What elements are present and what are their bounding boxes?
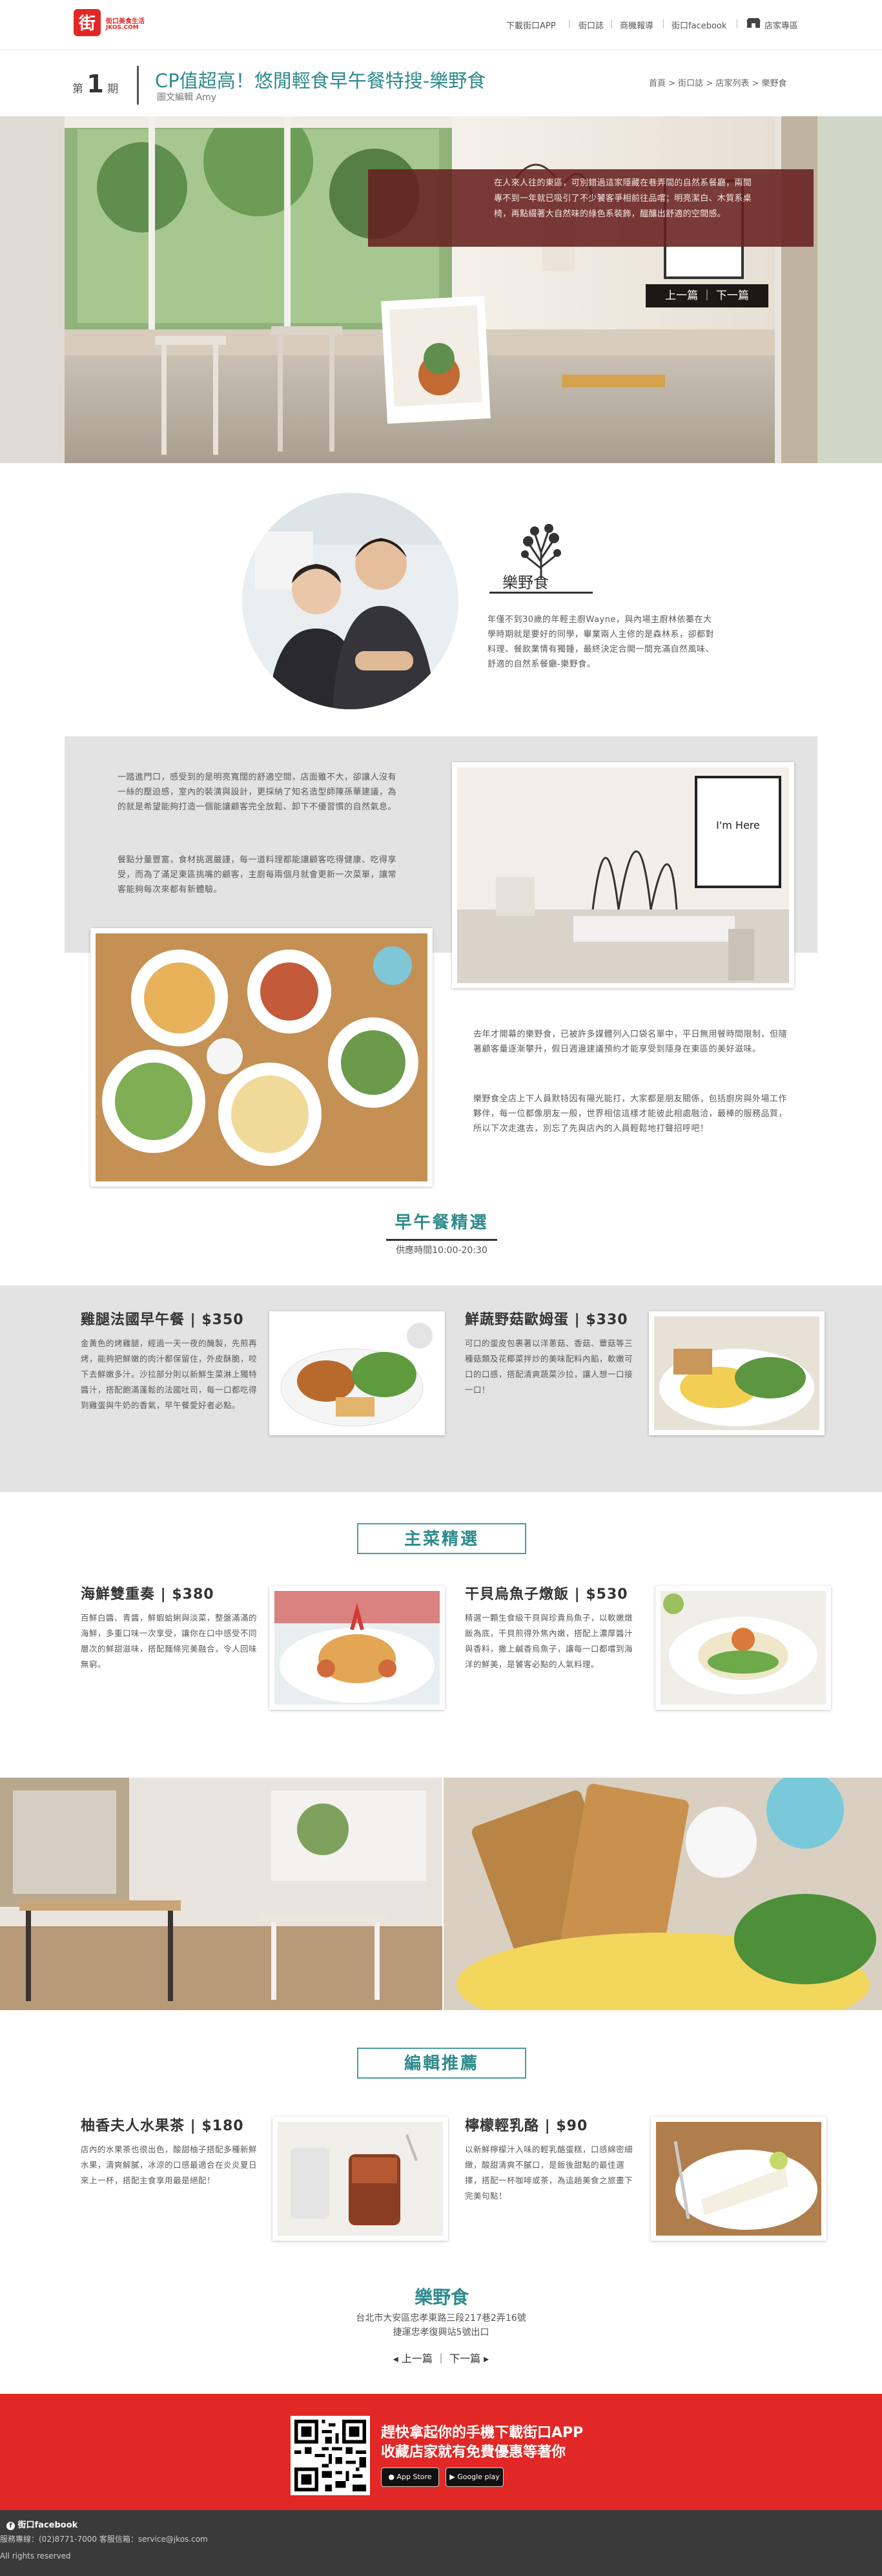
dish-desc-seafood: 百鮮白醬、青醬，鮮蝦蛤蜊與淡菜，整盤滿滿的海鮮，多重口味一次享受，讓你在口中感受… xyxy=(81,1613,258,1669)
issue-suffix: 期 xyxy=(107,83,119,96)
editor-heading: 編輯推薦 xyxy=(357,2048,526,2079)
store-transit: 捷運忠孝復興站5號出口 xyxy=(393,2327,489,2338)
svg-text:街: 街 xyxy=(78,14,96,34)
heading-underline xyxy=(386,1239,497,1241)
brunch-spread-photo xyxy=(90,928,433,1187)
nav-business-news[interactable]: 商機報導 xyxy=(620,19,653,31)
nav-merchant-zone[interactable]: 店家專區 xyxy=(764,19,798,31)
facebook-icon: f xyxy=(6,2522,15,2530)
store-icon xyxy=(746,17,761,28)
footer-rights: All rights reserved xyxy=(0,2551,71,2560)
dish-desc-cheesecake: 以新鮮檸檬汁入味的輕乳酪蛋糕，口感綿密細緻，酸甜清爽不膩口，是飯後甜點的最佳選擇… xyxy=(465,2145,633,2201)
app-store-label: App Store xyxy=(396,2473,432,2481)
app-promo-line-2: 收藏店家就有免費優惠等著你 xyxy=(381,2444,566,2460)
toast-eggs-photo xyxy=(444,1771,882,2036)
brand-logo: 樂野食 xyxy=(489,517,593,594)
google-play-button[interactable]: ▶ Google play xyxy=(446,2467,504,2487)
app-promo-line-1: 趕快拿起你的手機下載街口APP xyxy=(381,2425,584,2441)
page-title: CP值超高！悠閒輕食早午餐特搜-樂野食 xyxy=(155,70,486,92)
footer-facebook-link[interactable]: f 街口facebook xyxy=(6,2518,77,2530)
breadcrumb[interactable]: 首頁 > 街口誌 > 店家列表 > 樂野食 xyxy=(649,76,786,88)
intro-paragraph-3: 去年才開幕的樂野食，已被許多媒體列入口袋名單中，平日無用餐時間限制，但隨著顧客量… xyxy=(473,1030,788,1054)
issue-prefix: 第 xyxy=(72,83,83,96)
apple-icon: ● xyxy=(388,2473,395,2481)
site-header: 街 街口美食生活 JKOS.COM 下載街口APP 街口誌 商機報導 街口fac… xyxy=(0,0,882,50)
owner-description: 年僅不到30歲的年輕主廚Wayne，與內場主廚林依蓁在大學時期就是要好的同學，畢… xyxy=(487,615,715,669)
dish-desc-chicken: 金黃色的烤雞腿，經過一天一夜的醃製，先煎再烤，能夠把鮮嫩的肉汁都保留住，外皮酥脆… xyxy=(81,1338,258,1410)
omelette-photo xyxy=(649,1311,825,1435)
title-divider xyxy=(137,66,139,105)
article-prev-next[interactable]: ◂ 上一篇 ｜ 下一篇 ▸ xyxy=(376,2350,506,2365)
issue-number: 第 1 期 xyxy=(72,70,118,98)
dish-title-chicken: 雞腿法國早午餐 | $350 xyxy=(81,1312,244,1328)
seafood-pasta-photo xyxy=(269,1586,445,1710)
footer-facebook-label: 街口facebook xyxy=(17,2520,78,2530)
hero-description: 在人來人往的東區，可別錯過這家隱藏在巷弄間的自然系餐廳，兩間專不到一年就已吸引了… xyxy=(494,178,752,219)
store-name: 樂野食 xyxy=(414,2287,469,2308)
logo-text: 街口美食生活 xyxy=(106,18,145,25)
dish-desc-fruit-tea: 店內的水果茶也很出色，酸甜柚子搭配多種新鮮水果，清爽解膩，冰涼的口感最適合在炎炎… xyxy=(81,2145,258,2185)
footer-contact: 服務專線：(02)8771-7000 客服信箱：service@jkos.com xyxy=(0,2535,208,2544)
dish-title-omelette: 鮮蔬野菇歐姆蛋 | $330 xyxy=(465,1312,628,1328)
breakfast-heading: 早午餐精選 xyxy=(395,1213,489,1232)
owner-photo xyxy=(242,493,458,709)
intro-paragraph-1: 一踏進門口，感受到的是明亮寬闊的舒適空間，店面雖不大，卻讓人沒有一絲的壓迫感，室… xyxy=(118,773,397,812)
dish-desc-risotto: 精選一顆生食級干貝與珍貴烏魚子，以軟嫩燉飯為底，干貝煎得外焦內嫩，搭配上濃厚醬汁… xyxy=(465,1613,633,1669)
store-address: 台北市大安區忠孝東路三段217巷2弄16號 xyxy=(356,2313,526,2323)
dish-desc-omelette: 可口的蛋皮包裹著以洋蔥菇、香菇、蕈菇等三種菇類及花椰菜拌炒的美味配料內餡，軟嫩可… xyxy=(465,1338,633,1395)
cheesecake-photo xyxy=(651,2117,826,2241)
dish-title-seafood: 海鮮雙重奏 | $380 xyxy=(81,1586,214,1603)
nav-divider xyxy=(611,19,612,28)
google-play-label: Google play xyxy=(457,2473,500,2481)
nav-divider xyxy=(663,19,664,28)
scallop-risotto-photo xyxy=(655,1586,831,1710)
intro-paragraph-4: 樂野食全店上下人員默特因有陽光能打，大家都是朋友關係，包括廚房與外場工作夥伴，每… xyxy=(473,1094,788,1134)
dish-title-risotto: 干貝烏魚子燉飯 | $530 xyxy=(465,1586,628,1603)
shop-interior-photo: I'm Here xyxy=(452,762,794,988)
play-icon: ▶ xyxy=(449,2473,455,2481)
nav-magazine[interactable]: 街口誌 xyxy=(579,19,604,31)
breakfast-hours: 供應時間10:00-20:30 xyxy=(396,1245,487,1256)
fruit-tea-photo xyxy=(272,2117,448,2241)
cafe-dining-photo xyxy=(0,1778,442,2010)
dish-title-cheesecake: 檸檬輕乳酪 | $90 xyxy=(465,2118,588,2134)
chicken-brunch-photo xyxy=(269,1311,445,1435)
mains-heading: 主菜精選 xyxy=(357,1523,526,1554)
author-credit: 圖文編輯 Amy xyxy=(157,92,216,103)
intro-paragraph-2: 餐點分量豐富，食材挑選嚴謹，每一道料理都能讓顧客吃得健康、吃得享受，而為了滿足東… xyxy=(118,855,397,895)
hero-prev-next[interactable]: 上一篇 ｜ 下一篇 xyxy=(646,284,768,307)
issue-value: 1 xyxy=(87,70,104,98)
nav-facebook[interactable]: 街口facebook xyxy=(672,19,726,31)
nav-download-app[interactable]: 下載街口APP xyxy=(506,19,556,31)
app-store-button[interactable]: ● App Store xyxy=(381,2467,439,2487)
svg-text:I'm Here: I'm Here xyxy=(716,819,760,831)
dish-title-fruit-tea: 柚香夫人水果茶 | $180 xyxy=(81,2118,244,2134)
site-logo[interactable]: 街 街口美食生活 JKOS.COM xyxy=(72,5,156,43)
qr-code-icon xyxy=(291,2416,370,2495)
brand-logo-text: 樂野食 xyxy=(502,574,549,592)
hero-caption-box: 在人來人往的東區，可別錯過這家隱藏在巷弄間的自然系餐廳，兩間專不到一年就已吸引了… xyxy=(368,169,814,247)
logo-domain: JKOS.COM xyxy=(106,25,139,31)
